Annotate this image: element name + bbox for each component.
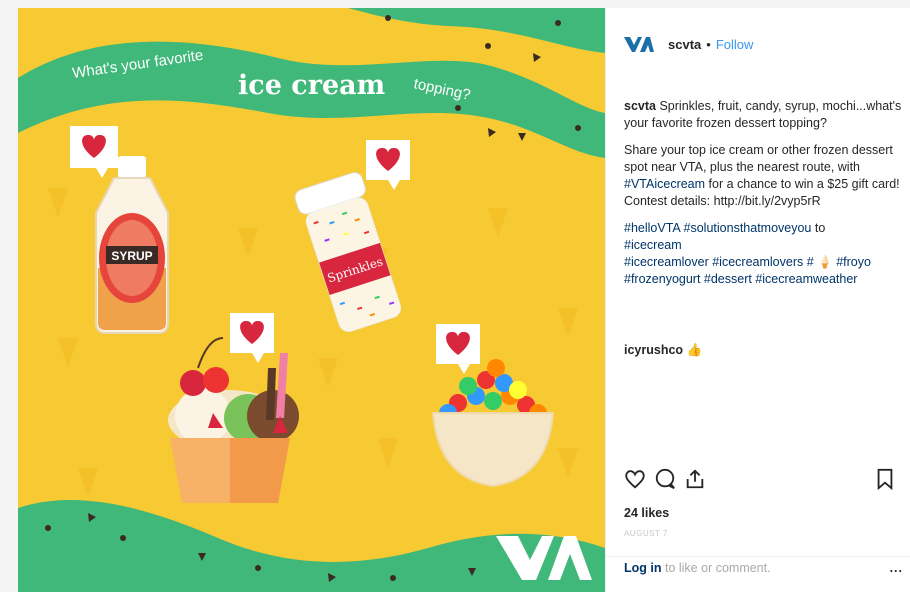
syrup-label: SYRUP <box>111 249 152 263</box>
comment-icon[interactable] <box>654 468 676 490</box>
thumbs-up-emoji: 👍 <box>686 343 703 357</box>
sprinkles-jar: Sprinkles <box>294 172 402 332</box>
ice-cream-sundae <box>168 337 299 503</box>
ice-cream-emoji: 🍦 <box>817 255 833 269</box>
comment-item: icyrushco 👍 <box>624 343 702 358</box>
hashtag-vtaicecream[interactable]: #VTAicecream <box>624 177 705 191</box>
candy-bowl <box>431 359 555 488</box>
follow-button[interactable]: Follow <box>716 37 754 52</box>
vta-avatar-icon[interactable] <box>624 35 654 53</box>
username-link[interactable]: scvta <box>668 37 701 52</box>
bookmark-icon[interactable] <box>874 468 896 490</box>
caption-author[interactable]: scvta <box>624 99 656 113</box>
separator-dot: • <box>706 36 711 52</box>
post-caption: scvta Sprinkles, fruit, candy, syrup, mo… <box>624 98 909 298</box>
heart-icon[interactable] <box>624 468 646 490</box>
login-link[interactable]: Log in <box>624 561 662 575</box>
caption-to: to <box>814 221 826 235</box>
comment-footer: Log in to like or comment. ... <box>606 556 910 592</box>
post-date[interactable]: AUGUST 7 <box>624 529 668 538</box>
likes-count[interactable]: 24 likes <box>624 506 669 520</box>
heart-bubble-sprinkles <box>366 140 410 190</box>
post-image[interactable]: What's your favorite ice cream topping? <box>18 8 605 592</box>
comment-author[interactable]: icyrushco <box>624 343 683 357</box>
hashtag-icecream[interactable]: #icecream <box>624 238 682 252</box>
syrup-bottle: SYRUP <box>95 156 169 334</box>
login-prompt-text: to like or comment. <box>664 561 771 575</box>
post-header: scvta • Follow <box>606 8 910 80</box>
heart-bubble-sundae <box>230 313 274 363</box>
share-icon[interactable] <box>684 468 706 490</box>
heart-bubble-candy <box>436 324 480 374</box>
hashtags-line1[interactable]: #helloVTA #solutionsthatmoveyou <box>624 221 811 235</box>
heart-bubble-syrup <box>70 126 118 178</box>
action-bar <box>624 468 899 496</box>
headline-emphasis: ice cream <box>238 70 385 101</box>
hashtag-froyo[interactable]: #froyo <box>836 255 871 269</box>
post-side-panel: scvta • Follow scvta Sprinkles, fruit, c… <box>605 8 910 592</box>
instagram-post: What's your favorite ice cream topping? <box>18 8 910 592</box>
hashtags-line4[interactable]: #frozenyogurt #dessert #icecreamweather <box>624 272 857 286</box>
caption-line1: Sprinkles, fruit, candy, syrup, mochi...… <box>624 99 902 130</box>
hashtags-line3[interactable]: #icecreamlover #icecreamlovers # <box>624 255 814 269</box>
caption-paragraph2-a: Share your top ice cream or other frozen… <box>624 143 893 174</box>
more-options-icon[interactable]: ... <box>890 557 903 579</box>
ice-cream-illustration: What's your favorite ice cream topping? <box>18 8 605 592</box>
